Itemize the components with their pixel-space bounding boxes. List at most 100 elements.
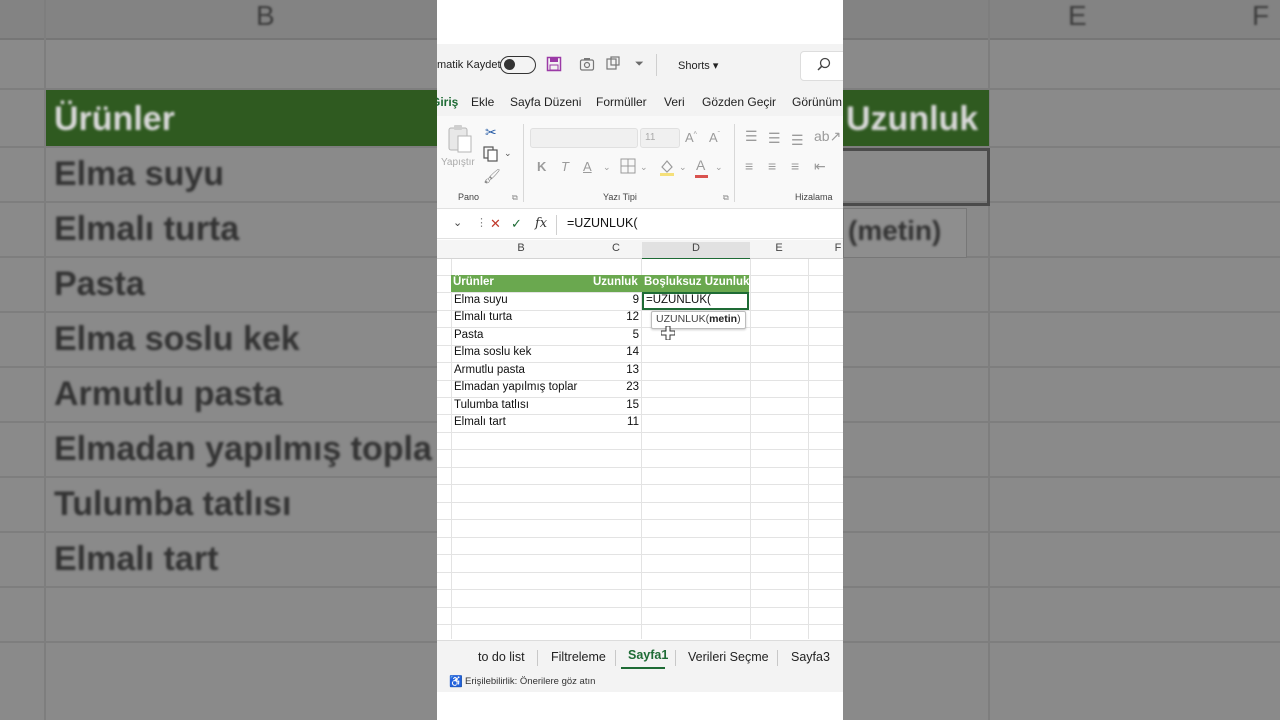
formula-input[interactable]: =UZUNLUK( [567, 216, 638, 230]
align-bottom-icon[interactable]: ☰ [791, 132, 804, 149]
tooltip-close-paren: ) [737, 313, 741, 325]
table-row-name[interactable]: Elma suyu [454, 294, 508, 306]
table-row-length[interactable]: 12 [589, 311, 639, 323]
tooltip-argument: metin [709, 313, 738, 325]
table-row-name[interactable]: Elmalı turta [454, 311, 512, 323]
bg-active-cell [843, 148, 990, 206]
table-row-name[interactable]: Pasta [454, 329, 483, 341]
bg-row: Elmadan yapılmış topla [54, 430, 432, 468]
font-color-dropdown-icon[interactable]: ⌄ [715, 162, 723, 173]
clipboard-launcher-icon[interactable]: ⧉ [512, 193, 518, 203]
customize-qat-icon[interactable]: ⏷ [635, 58, 644, 71]
table-row-name[interactable]: Armutlu pasta [454, 364, 525, 376]
font-name-box[interactable] [530, 128, 638, 148]
orientation-icon[interactable]: ab↗ [814, 128, 841, 145]
form-icon[interactable] [605, 56, 621, 75]
align-top-icon[interactable]: ☰ [745, 128, 758, 145]
table-row-length[interactable]: 23 [589, 381, 639, 393]
header-urunler[interactable]: Ürünler [453, 276, 494, 288]
tab-review[interactable]: Gözden Geçir [702, 95, 776, 109]
tab-data[interactable]: Veri [664, 95, 685, 109]
table-row-name[interactable]: Elma soslu kek [454, 346, 531, 358]
format-painter-icon[interactable]: 🖌 [483, 168, 501, 185]
document-name-dropdown[interactable]: Shorts ▾ [678, 59, 718, 72]
borders-icon[interactable] [620, 158, 636, 177]
bold-button[interactable]: K [537, 159, 546, 174]
column-d-header[interactable]: D [642, 242, 750, 260]
tab-formulas[interactable]: Formüller [596, 95, 647, 109]
bg-tooltip-text: (metin) [848, 215, 942, 246]
group-font-label: Yazı Tipi [603, 192, 637, 202]
italic-button[interactable]: T [561, 159, 569, 174]
accessibility-icon[interactable]: ♿ [449, 675, 463, 688]
copy-dropdown-icon[interactable]: ⌄ [504, 148, 512, 159]
bg-tooltip: (metin) [843, 208, 967, 258]
cut-icon[interactable]: ✂ [485, 124, 497, 141]
name-box-dropdown-icon[interactable]: ⌄ [453, 216, 462, 229]
underline-dropdown-icon[interactable]: ⌄ [603, 162, 611, 173]
column-c-header[interactable]: C [591, 242, 641, 254]
decrease-font-icon[interactable]: Aˇ [709, 130, 720, 145]
tab-insert[interactable]: Ekle [471, 95, 494, 109]
table-row-length[interactable]: 15 [589, 399, 639, 411]
autosave-toggle[interactable] [500, 56, 536, 74]
column-b-header[interactable]: B [451, 242, 591, 254]
bg-header-text-right: Uzunluk [846, 100, 979, 138]
accessibility-status[interactable]: Erişilebilirlik: Önerilere göz atın [465, 676, 595, 687]
table-header-row: Ürünler Uzunluk Boşluksuz Uzunluk [451, 275, 749, 292]
align-left-icon[interactable]: ≡ [745, 158, 753, 174]
font-color-icon[interactable]: A [696, 157, 705, 173]
table-row-length[interactable]: 13 [589, 364, 639, 376]
active-cell-d3[interactable]: =UZUNLUK( [642, 292, 749, 310]
borders-dropdown-icon[interactable]: ⌄ [640, 162, 648, 173]
table-row-name[interactable]: Elmalı tart [454, 416, 506, 428]
enter-formula-button[interactable]: ✓ [511, 216, 522, 232]
table-row-length[interactable]: 5 [589, 329, 639, 341]
ribbon: Yapıştır ✂ ⌄ 🖌 Pano ⧉ 11 A^ Aˇ K T A ⌄ ⌄… [437, 116, 843, 209]
insert-function-button[interactable]: fx [535, 216, 547, 231]
sheet-tab-filtreleme[interactable]: Filtreleme [551, 650, 606, 664]
worksheet-grid[interactable]: Ürünler Uzunluk Boşluksuz Uzunluk Elma s… [437, 259, 843, 639]
sheet-tab-verileri-secme[interactable]: Verileri Seçme [688, 650, 769, 664]
fill-color-icon[interactable] [659, 158, 675, 179]
fill-color-dropdown-icon[interactable]: ⌄ [679, 162, 687, 173]
column-f-header[interactable]: F [808, 242, 843, 254]
decrease-indent-icon[interactable]: ⇤ [814, 158, 826, 175]
table-row-length[interactable]: 14 [589, 346, 639, 358]
increase-font-icon[interactable]: A^ [685, 130, 697, 145]
table-row-length[interactable]: 11 [589, 416, 639, 428]
status-bar: ♿ Erişilebilirlik: Önerilere göz atın [437, 672, 843, 692]
bottom-padding [437, 692, 843, 720]
formula-bar-handle-icon[interactable]: ⋮ [476, 216, 487, 229]
cancel-formula-button[interactable]: ✕ [490, 216, 501, 232]
column-e-header[interactable]: E [750, 242, 808, 254]
tab-view[interactable]: Görünüm [792, 95, 842, 109]
save-icon[interactable] [546, 56, 562, 75]
font-size-box[interactable]: 11 [640, 128, 680, 148]
camera-icon[interactable] [579, 56, 595, 75]
bg-row: Elmalı turta [54, 210, 240, 248]
table-row-name[interactable]: Tulumba tatlısı [454, 399, 529, 411]
formula-bar: ⌄ ⋮ ✕ ✓ fx =UZUNLUK( [437, 212, 843, 239]
excel-window: matik Kaydet Shorts ▾ ⏷ Giriş Ekle Sayfa… [437, 0, 843, 720]
sheet-tab-sayfa3[interactable]: Sayfa3 [791, 650, 830, 664]
paste-label: Yapıştır [441, 157, 475, 168]
table-row-length[interactable]: 9 [589, 294, 639, 306]
qat-separator [656, 54, 657, 76]
copy-icon[interactable] [483, 146, 499, 165]
paste-icon[interactable] [447, 124, 473, 157]
search-box[interactable] [800, 51, 843, 81]
bg-col-label: F [1252, 0, 1270, 31]
align-right-icon[interactable]: ≡ [791, 158, 799, 174]
header-bosluksuz-uzunluk[interactable]: Boşluksuz Uzunluk [644, 276, 749, 288]
header-uzunluk[interactable]: Uzunluk [593, 276, 638, 288]
font-launcher-icon[interactable]: ⧉ [723, 193, 729, 203]
align-middle-icon[interactable]: ☰ [768, 130, 781, 147]
tab-home[interactable]: Giriş [437, 95, 458, 109]
table-row-name[interactable]: Elmadan yapılmış toplar [454, 381, 577, 393]
underline-button[interactable]: A [583, 159, 592, 174]
align-center-icon[interactable]: ≡ [768, 158, 776, 174]
sheet-tab-sayfa1[interactable]: Sayfa1 [628, 648, 668, 662]
tab-page-layout[interactable]: Sayfa Düzeni [510, 95, 581, 109]
sheet-tab-todo[interactable]: to do list [478, 650, 525, 664]
